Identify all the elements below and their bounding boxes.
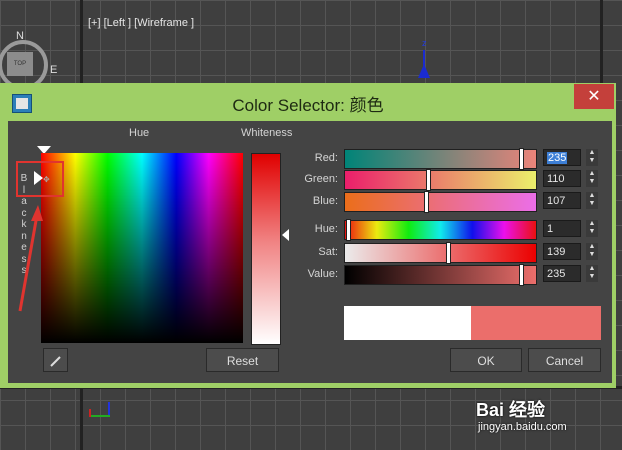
- green-spinner-field[interactable]: 110: [543, 170, 581, 187]
- spin-down-icon[interactable]: ▼: [586, 228, 598, 236]
- spin-up-icon[interactable]: ▲: [586, 243, 598, 251]
- axis-z-arrow: [418, 64, 430, 78]
- value-spinner-field[interactable]: 235: [543, 265, 581, 282]
- value-label: Value:: [307, 268, 338, 280]
- spin-up-icon[interactable]: ▲: [586, 265, 598, 273]
- spin-down-icon[interactable]: ▼: [586, 251, 598, 259]
- value-value: 235: [547, 268, 566, 280]
- blue-value: 107: [547, 195, 566, 207]
- hue-header: Hue: [129, 127, 150, 139]
- blue-slider-thumb[interactable]: [424, 191, 429, 213]
- green-slider-thumb[interactable]: [426, 169, 431, 191]
- axis-gizmo-y: [108, 402, 110, 416]
- eyedropper-icon: [49, 356, 61, 367]
- spin-down-icon[interactable]: ▼: [586, 273, 598, 281]
- close-icon: ✕: [587, 88, 601, 105]
- spin-down-icon[interactable]: ▼: [586, 200, 598, 208]
- hue-label: Hue:: [314, 223, 338, 235]
- red-label: Red:: [314, 152, 338, 164]
- viewcube-face: TOP: [7, 52, 33, 76]
- close-button[interactable]: ✕: [574, 84, 614, 109]
- current-color-swatch: [471, 306, 601, 340]
- blue-spinner-field[interactable]: 107: [543, 192, 581, 209]
- red-slider-thumb[interactable]: [519, 148, 524, 170]
- viewcube-n: N: [16, 30, 24, 42]
- axis-z-label: z: [422, 38, 427, 48]
- spin-up-icon[interactable]: ▲: [586, 149, 598, 157]
- red-slider[interactable]: [344, 148, 537, 170]
- original-color-swatch[interactable]: [344, 306, 471, 340]
- spin-up-icon[interactable]: ▲: [586, 220, 598, 228]
- cancel-button-label: Cancel: [545, 354, 584, 368]
- red-spinner-field[interactable]: 235: [543, 149, 581, 166]
- blue-spinner-arrows[interactable]: ▲ ▼: [586, 192, 598, 209]
- red-spinner-arrows[interactable]: ▲ ▼: [586, 149, 598, 166]
- sat-label: Sat:: [318, 246, 338, 258]
- viewcube-e: E: [50, 64, 58, 76]
- ok-button-label: OK: [477, 354, 495, 368]
- viewcube[interactable]: TOP N E: [0, 30, 58, 90]
- dialog-client-area: Hue Whiteness B l a c k n e s s ✥ Reset …: [8, 121, 612, 383]
- axis-gizmo-z: [89, 409, 91, 417]
- watermark-url: jingyan.baidu.com: [478, 421, 567, 433]
- spin-up-icon[interactable]: ▲: [586, 170, 598, 178]
- hue-blackness-picker[interactable]: [41, 153, 243, 343]
- hue-value: 1: [547, 223, 554, 235]
- hue-spinner-arrows[interactable]: ▲ ▼: [586, 220, 598, 237]
- value-slider[interactable]: [344, 264, 537, 286]
- cancel-button[interactable]: Cancel: [528, 348, 601, 372]
- baidu-watermark: Bai 经验: [476, 400, 546, 420]
- value-slider-thumb[interactable]: [519, 264, 524, 286]
- annotation-arrow: [18, 205, 43, 312]
- reset-button-label: Reset: [226, 354, 259, 368]
- blue-label: Blue:: [312, 195, 338, 207]
- color-selector-dialog: Color Selector: 颜色 ✕ Hue Whiteness B l a…: [0, 83, 616, 388]
- green-label: Green:: [304, 173, 338, 185]
- dialog-titlebar[interactable]: Color Selector: 颜色 ✕: [0, 83, 616, 119]
- value-spinner-arrows[interactable]: ▲ ▼: [586, 265, 598, 282]
- axis-gizmo-x: [90, 415, 110, 417]
- hue-slider-thumb[interactable]: [346, 219, 351, 241]
- ok-button[interactable]: OK: [450, 348, 522, 372]
- viewport-label[interactable]: [+] [Left ] [Wireframe ]: [88, 17, 194, 29]
- sat-spinner-arrows[interactable]: ▲ ▼: [586, 243, 598, 260]
- hue-spinner-field[interactable]: 1: [543, 220, 581, 237]
- annotation-highlight-box: [16, 161, 64, 197]
- sat-slider-thumb[interactable]: [446, 242, 451, 264]
- sat-spinner-field[interactable]: 139: [543, 243, 581, 260]
- green-spinner-arrows[interactable]: ▲ ▼: [586, 170, 598, 187]
- sat-value: 139: [547, 246, 566, 258]
- axis-gizmo: [88, 402, 112, 418]
- dialog-title: Color Selector: 颜色: [232, 96, 384, 115]
- whiteness-header: Whiteness: [241, 127, 293, 139]
- spin-down-icon[interactable]: ▼: [586, 178, 598, 186]
- red-value: 235: [547, 152, 568, 164]
- spin-up-icon[interactable]: ▲: [586, 192, 598, 200]
- eyedropper-button[interactable]: [43, 348, 68, 372]
- blue-slider[interactable]: [344, 191, 537, 213]
- green-value: 110: [547, 173, 565, 185]
- viewport-divider-right: [600, 0, 603, 90]
- reset-button[interactable]: Reset: [206, 348, 279, 372]
- whiteness-bar[interactable]: [251, 153, 281, 345]
- green-slider[interactable]: [344, 169, 537, 191]
- sat-slider[interactable]: [344, 242, 537, 264]
- spin-down-icon[interactable]: ▼: [586, 157, 598, 165]
- hue-slider[interactable]: [344, 219, 537, 241]
